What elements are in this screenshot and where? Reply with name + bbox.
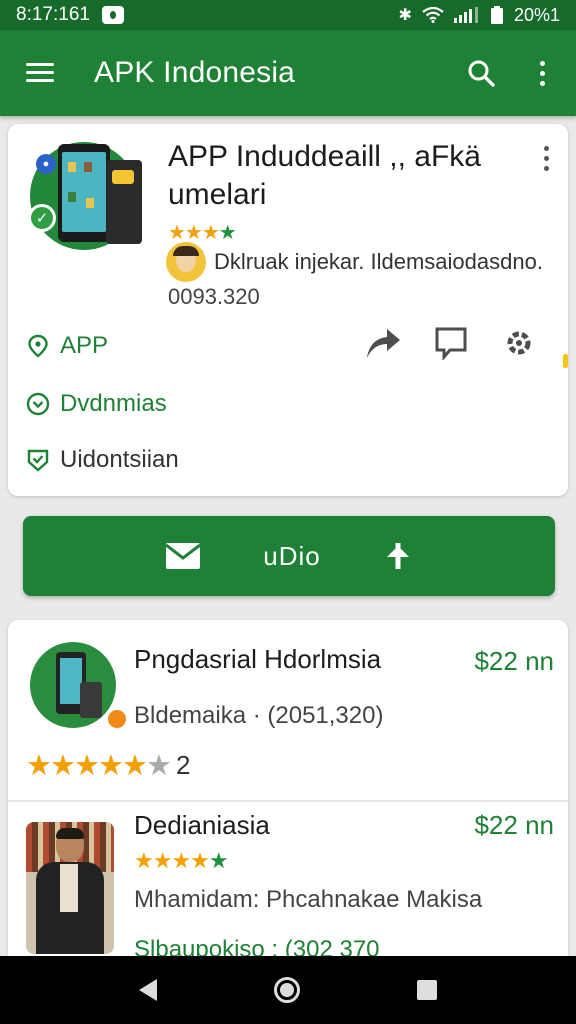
status-bar: 8:17:161 ✱ 20%1 bbox=[0, 0, 576, 30]
meta-row-region[interactable]: Uidontsiian bbox=[26, 446, 179, 474]
rating-stars: ★★★★★ ★ 2 bbox=[26, 750, 191, 782]
app-name: APP Induddeaill ,, aFkä umelari bbox=[168, 140, 481, 211]
app-title: APK Indonesia bbox=[94, 56, 296, 89]
chevron-circle-icon bbox=[26, 392, 50, 416]
download-arrow-icon bbox=[386, 543, 409, 569]
developer-avatar bbox=[166, 242, 206, 282]
install-label: uDio bbox=[263, 540, 321, 571]
card-more-button[interactable] bbox=[536, 146, 556, 176]
meta-row-app[interactable]: APP bbox=[26, 332, 108, 360]
mail-icon bbox=[165, 543, 202, 569]
rating-stars: ★★★★★ bbox=[134, 848, 229, 873]
list-item-price: $22 nn bbox=[474, 646, 554, 676]
signal-icon bbox=[453, 7, 478, 23]
share-icon bbox=[367, 329, 400, 358]
action-icons bbox=[364, 324, 538, 362]
meta-label: APP bbox=[60, 332, 109, 359]
rating-number: 2 bbox=[176, 750, 191, 780]
battery-icon bbox=[490, 6, 503, 24]
back-icon[interactable] bbox=[138, 979, 157, 1001]
notification-icon bbox=[101, 6, 124, 24]
chat-badge-icon: ● bbox=[36, 154, 56, 174]
battery-percent: 20%1 bbox=[513, 4, 560, 25]
home-icon[interactable] bbox=[273, 977, 300, 1003]
list-item-subtitle: Bldemaika · (2051,320) bbox=[134, 702, 384, 729]
developer-row[interactable]: Dklruak injekar. Ildemsaiodasdno. bbox=[166, 242, 566, 282]
comment-icon bbox=[435, 327, 467, 360]
hamburger-icon bbox=[26, 63, 54, 83]
location-pin-icon bbox=[26, 334, 50, 358]
meta-row-category[interactable]: Dvdnmias bbox=[26, 390, 167, 418]
meta-label: Uidontsiian bbox=[60, 446, 179, 473]
scroll-marker bbox=[563, 354, 568, 368]
comment-button[interactable] bbox=[432, 324, 470, 362]
overflow-menu-button[interactable] bbox=[512, 30, 572, 116]
app-bar: APK Indonesia bbox=[0, 30, 576, 116]
system-nav-bar bbox=[0, 956, 576, 1024]
search-icon bbox=[468, 60, 495, 87]
meta-label: Dvdnmias bbox=[60, 390, 167, 417]
list-item-subtitle-2: Slbaupokiso : (302 370 bbox=[134, 936, 380, 956]
bluetooth-icon: ✱ bbox=[398, 7, 412, 24]
list-item[interactable]: Dedianiasia $22 nn ★★★★★ Mhamidam: Phcah… bbox=[8, 800, 568, 956]
gear-icon bbox=[507, 331, 531, 355]
menu-button[interactable] bbox=[0, 30, 80, 116]
settings-button[interactable] bbox=[500, 324, 538, 362]
list-item-price: $22 nn bbox=[474, 810, 554, 840]
shield-check-icon bbox=[26, 448, 50, 472]
list-item[interactable]: Pngdasrial Hdorlmsia $22 nn Bldemaika · … bbox=[8, 620, 568, 800]
list-item-title: Pngdasrial Hdorlmsia bbox=[134, 644, 382, 674]
download-count: 0093.320 bbox=[168, 284, 260, 309]
install-button[interactable]: uDio bbox=[23, 516, 555, 596]
app-icon[interactable]: ● ✓ bbox=[28, 138, 152, 250]
wifi-icon bbox=[422, 7, 444, 23]
list-item-subtitle: Mhamidam: Phcahnakae Makisa bbox=[134, 886, 483, 913]
app-detail-card: ● ✓ APP Induddeaill ,, aFkä umelari ★★★★… bbox=[8, 124, 568, 496]
profile-photo bbox=[26, 822, 114, 954]
related-apps-list: Pngdasrial Hdorlmsia $22 nn Bldemaika · … bbox=[8, 620, 568, 956]
search-button[interactable] bbox=[450, 30, 512, 116]
recent-apps-icon[interactable] bbox=[417, 980, 438, 1000]
app-thumbnail bbox=[30, 642, 128, 730]
status-time: 8:17:161 bbox=[16, 4, 90, 25]
list-item-title: Dedianiasia bbox=[134, 810, 270, 840]
more-vert-icon bbox=[543, 146, 549, 176]
verified-check-icon: ✓ bbox=[28, 204, 56, 232]
developer-name: Dklruak injekar. Ildemsaiodasdno. bbox=[214, 249, 543, 274]
more-vert-icon bbox=[539, 60, 545, 86]
share-button[interactable] bbox=[364, 324, 402, 362]
